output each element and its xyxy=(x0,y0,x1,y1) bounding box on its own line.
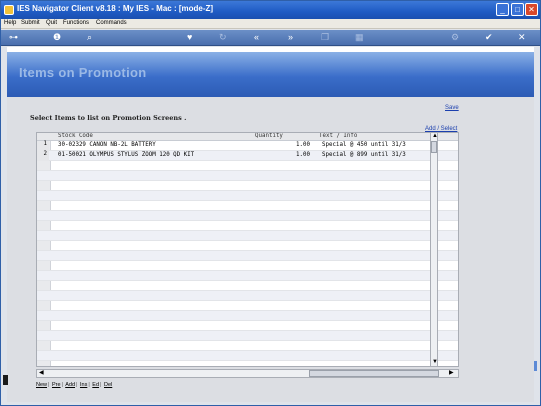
empty-row[interactable] xyxy=(37,191,458,201)
scroll-right-icon[interactable]: ▶ xyxy=(449,370,454,377)
toolbar-close-icon[interactable]: ✕ xyxy=(518,32,526,43)
copy-icon[interactable]: ❐ xyxy=(321,32,329,43)
title-bar[interactable]: IES Navigator Client v8.18 : My IES - Ma… xyxy=(1,1,540,19)
menu-help[interactable]: Help xyxy=(4,20,16,26)
empty-row[interactable] xyxy=(37,211,458,221)
menu-commands[interactable]: Commands xyxy=(96,20,127,26)
key-icon[interactable]: ⊶ xyxy=(9,32,18,43)
empty-row[interactable] xyxy=(37,341,458,351)
quantity-cell[interactable]: 1.00 xyxy=(257,142,310,148)
quantity-cell[interactable]: 1.00 xyxy=(257,152,310,158)
table-icon[interactable]: ▦ xyxy=(355,32,364,43)
edge-marker xyxy=(534,361,537,371)
menu-quit[interactable]: Quit xyxy=(46,20,57,26)
empty-row[interactable] xyxy=(37,271,458,281)
section-heading: Select Items to list on Promotion Screen… xyxy=(30,114,187,122)
column-header-quantity[interactable]: Quantity xyxy=(255,133,283,139)
empty-row[interactable] xyxy=(37,351,458,361)
empty-row[interactable] xyxy=(37,251,458,261)
empty-row[interactable] xyxy=(37,201,458,211)
table-row[interactable]: 2 01-50021 OLYMPUS STYLUS ZOOM 120 QD KI… xyxy=(37,151,458,161)
heart-icon[interactable]: ♥ xyxy=(187,32,192,43)
row-number: 2 xyxy=(37,151,49,161)
horizontal-scrollbar[interactable]: ◀ ▶ xyxy=(36,369,459,378)
horizontal-scroll-thumb[interactable] xyxy=(309,370,439,377)
menu-bar: Help Submit Quit Functions Commands xyxy=(1,19,540,29)
stock-code-cell[interactable]: 30-02329 CANON NB-2L BATTERY xyxy=(58,142,156,148)
new-button[interactable]: New xyxy=(36,382,47,388)
info-icon[interactable]: ❶ xyxy=(53,32,61,43)
info-cell[interactable]: Special @ 899 until 31/3 xyxy=(322,152,406,158)
empty-row[interactable] xyxy=(37,161,458,171)
items-grid: Stock Code Quantity Text / Info 1 30-023… xyxy=(36,132,459,367)
ok-icon[interactable]: ✔ xyxy=(485,32,493,43)
record-actions: New| Pre| Add| Ins| Ed| Del xyxy=(36,382,113,388)
vertical-scroll-thumb[interactable] xyxy=(431,141,437,153)
search-icon[interactable]: ⌕ xyxy=(87,32,92,43)
vertical-scrollbar[interactable]: ▲ ▼ xyxy=(430,132,438,367)
column-header-stock-code[interactable]: Stock Code xyxy=(58,133,93,139)
refresh-icon[interactable]: ↻ xyxy=(219,32,227,43)
app-icon xyxy=(4,5,14,15)
stock-code-cell[interactable]: 01-50021 OLYMPUS STYLUS ZOOM 120 QD KIT xyxy=(58,152,194,158)
empty-row[interactable] xyxy=(37,231,458,241)
info-cell[interactable]: Special @ 450 until 31/3 xyxy=(322,142,406,148)
empty-row[interactable] xyxy=(37,331,458,341)
forward-icon[interactable]: » xyxy=(288,32,293,43)
close-button[interactable]: ✕ xyxy=(525,3,538,16)
edit-button[interactable]: Ed xyxy=(92,382,99,388)
save-link[interactable]: Save xyxy=(445,105,459,111)
empty-row[interactable] xyxy=(37,291,458,301)
app-window: IES Navigator Client v8.18 : My IES - Ma… xyxy=(0,0,541,406)
empty-row[interactable] xyxy=(37,321,458,331)
rewind-icon[interactable]: « xyxy=(254,32,259,43)
page-title: Items on Promotion xyxy=(19,65,147,80)
maximize-button[interactable]: □ xyxy=(511,3,524,16)
empty-row[interactable] xyxy=(37,171,458,181)
side-marker-icon xyxy=(3,375,8,385)
table-row[interactable]: 1 30-02329 CANON NB-2L BATTERY 1.00 Spec… xyxy=(37,141,458,151)
row-number: 1 xyxy=(37,141,49,151)
menu-submit[interactable]: Submit xyxy=(21,20,40,26)
scroll-left-icon[interactable]: ◀ xyxy=(39,370,44,377)
scroll-down-icon[interactable]: ▼ xyxy=(432,359,438,366)
previous-button[interactable]: Pre xyxy=(52,382,61,388)
empty-row[interactable] xyxy=(37,281,458,291)
empty-row[interactable] xyxy=(37,221,458,231)
minimize-button[interactable]: _ xyxy=(496,3,509,16)
delete-button[interactable]: Del xyxy=(104,382,112,388)
add-button[interactable]: Add xyxy=(65,382,75,388)
gear-icon[interactable]: ⚙ xyxy=(451,32,459,43)
banner: Items on Promotion xyxy=(7,47,534,97)
toolbar: ⊶ ❶ ⌕ ♥ ↻ « » ❐ ▦ ⚙ ✔ ✕ xyxy=(1,30,540,46)
grid-rows: 1 30-02329 CANON NB-2L BATTERY 1.00 Spec… xyxy=(37,141,458,361)
empty-row[interactable] xyxy=(37,241,458,251)
insert-button[interactable]: Ins xyxy=(80,382,87,388)
empty-row[interactable] xyxy=(37,261,458,271)
empty-row[interactable] xyxy=(37,301,458,311)
scroll-up-icon[interactable]: ▲ xyxy=(432,133,438,140)
menu-functions[interactable]: Functions xyxy=(63,20,89,26)
grid-header: Stock Code Quantity Text / Info xyxy=(37,133,458,141)
window-title: IES Navigator Client v8.18 : My IES - Ma… xyxy=(17,4,214,13)
empty-row[interactable] xyxy=(37,181,458,191)
main-panel: Items on Promotion Save Add / Select Sel… xyxy=(7,47,534,402)
empty-row[interactable] xyxy=(37,311,458,321)
column-header-text-info[interactable]: Text / Info xyxy=(319,133,357,139)
